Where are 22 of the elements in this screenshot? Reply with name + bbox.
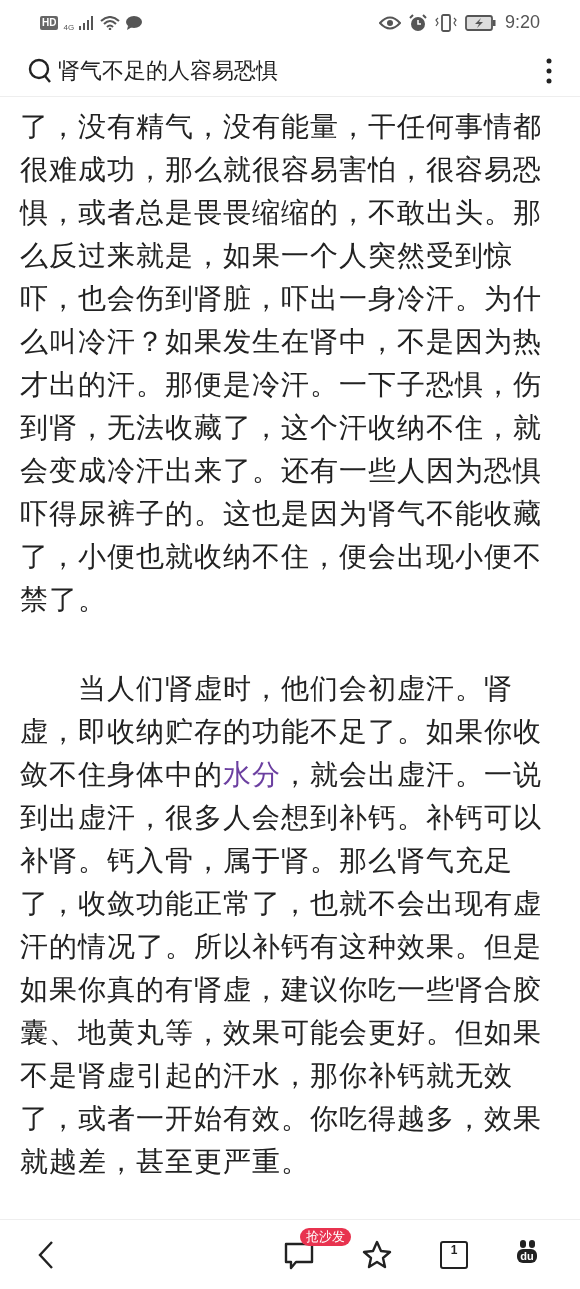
star-icon[interactable]: [362, 1239, 392, 1270]
battery-charging-icon: [464, 14, 497, 31]
article-paragraph: 了，没有精气，没有能量，干任何事情都很难成功，那么就很容易害怕，很容易恐惧，或者总是畏畏缩缩的，不敢出头。那么反过来就是，如果一个人突然受到惊吓，也会伤到肾脏，吓出一身冷汗。为什么叫冷汗？如果发生在肾中，不是因为热才出的汗。那便是冷汗。一下子恐惧，伤到肾，无法收藏了，这个汗收纳不住，就会变成冷汗出来了。还有一些人因为恐惧吓得尿裤子的。这也是因为肾气不能收藏了，小便也就收纳不住，便会出现小便不禁了。: [20, 110, 543, 617]
hd-badge: HD: [40, 15, 59, 30]
signal-icon: [79, 15, 96, 30]
vibrate-icon: [434, 13, 457, 32]
chat-bubble-icon: [125, 14, 144, 31]
more-options-icon[interactable]: [546, 57, 552, 84]
search-query: 肾气不足的人容易恐惧: [58, 57, 279, 85]
search-icon: [28, 57, 52, 84]
alarm-clock-icon: [408, 13, 427, 32]
tabs-button[interactable]: 1: [440, 1240, 468, 1269]
wifi-icon: [100, 15, 121, 30]
eye-icon: [378, 15, 401, 30]
clock-time: 9:20: [504, 11, 540, 34]
comment-badge: 抢沙发: [300, 1227, 351, 1246]
search-bar[interactable]: 肾气不足的人容易恐惧: [0, 45, 580, 97]
network-type: 4G: [63, 21, 75, 34]
paw-logo[interactable]: du: [512, 1239, 542, 1270]
article-paragraph: 当人们肾虚时，他们会初虚汗。肾虚，即收纳贮存的功能不足了。如果你收敛不住身体中的水分，就会出虚汗。一说到出虚汗，很多人会想到补钙。补钙可以补肾。钙入骨，属于肾。那么肾气充足了，收敛功能正常了，也就不会出现有虚汗的情况了。所以补钙有这种效果。但是如果你真的有肾虚，建议你吃一些肾合胶囊、地黄丸等，效果可能会更好。但如果不是肾虚引起的汗水，那你补钙就无效了，或者一开始有效。你吃得越多，效果就越差，甚至更严重。: [20, 672, 543, 1179]
keyword-link[interactable]: 水分: [223, 759, 281, 790]
back-chevron-icon[interactable]: [38, 1239, 54, 1270]
